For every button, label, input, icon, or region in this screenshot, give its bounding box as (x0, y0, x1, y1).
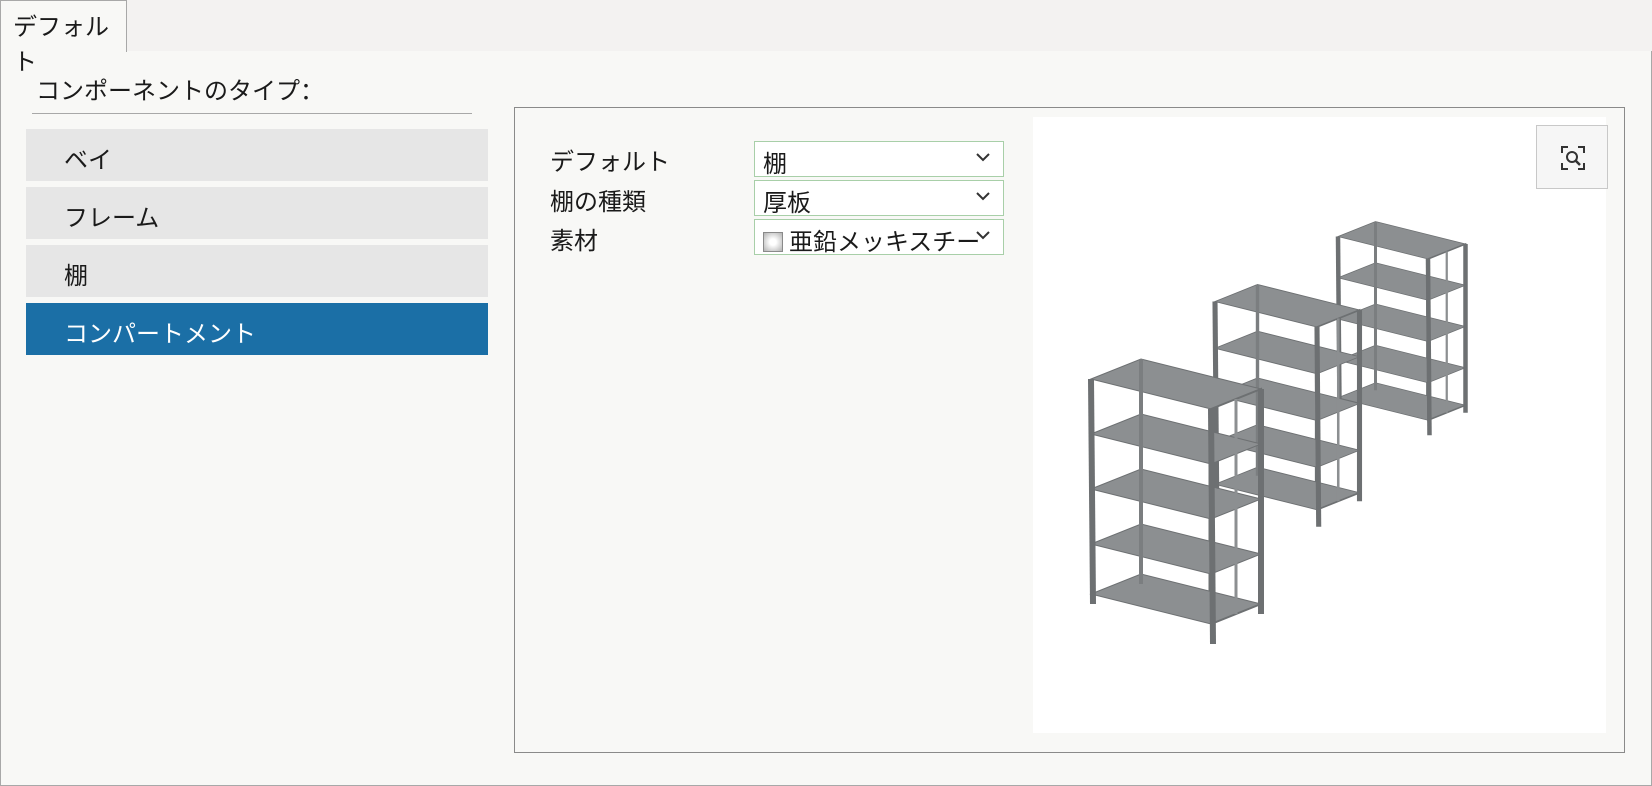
zoom-fit-button[interactable] (1536, 125, 1608, 189)
type-item-frame[interactable]: フレーム (26, 187, 488, 239)
material-swatch-icon (763, 232, 783, 252)
property-label-shelf-type: 棚の種類 (550, 188, 646, 216)
property-label-default: デフォルト (550, 148, 670, 176)
material-dropdown-value: 亜鉛メッキスチー (789, 228, 981, 256)
preview-viewport[interactable] (1033, 117, 1608, 733)
default-dropdown[interactable]: 棚 (754, 141, 1004, 178)
chevron-down-icon (976, 153, 990, 162)
shelf-type-dropdown[interactable]: 厚板 (754, 180, 1004, 217)
component-type-separator (32, 113, 472, 114)
type-item-compartment[interactable]: コンパートメント (26, 303, 488, 355)
shelving-render-image (1033, 117, 1606, 733)
default-dropdown-value: 棚 (763, 150, 787, 178)
chevron-down-icon (976, 231, 990, 240)
property-label-material: 素材 (550, 227, 598, 255)
zoom-fit-icon (1561, 146, 1585, 170)
shelf-type-dropdown-value: 厚板 (763, 189, 811, 217)
type-item-bay[interactable]: ベイ (26, 129, 488, 181)
tab-default[interactable]: デフォルト (0, 0, 127, 76)
component-type-label: コンポーネントのタイプ： (36, 77, 324, 105)
material-dropdown[interactable]: 亜鉛メッキスチー (754, 219, 1004, 256)
component-type-list: ベイ フレーム 棚 コンパートメント (26, 129, 488, 361)
chevron-down-icon (976, 192, 990, 201)
type-item-shelf[interactable]: 棚 (26, 245, 488, 297)
